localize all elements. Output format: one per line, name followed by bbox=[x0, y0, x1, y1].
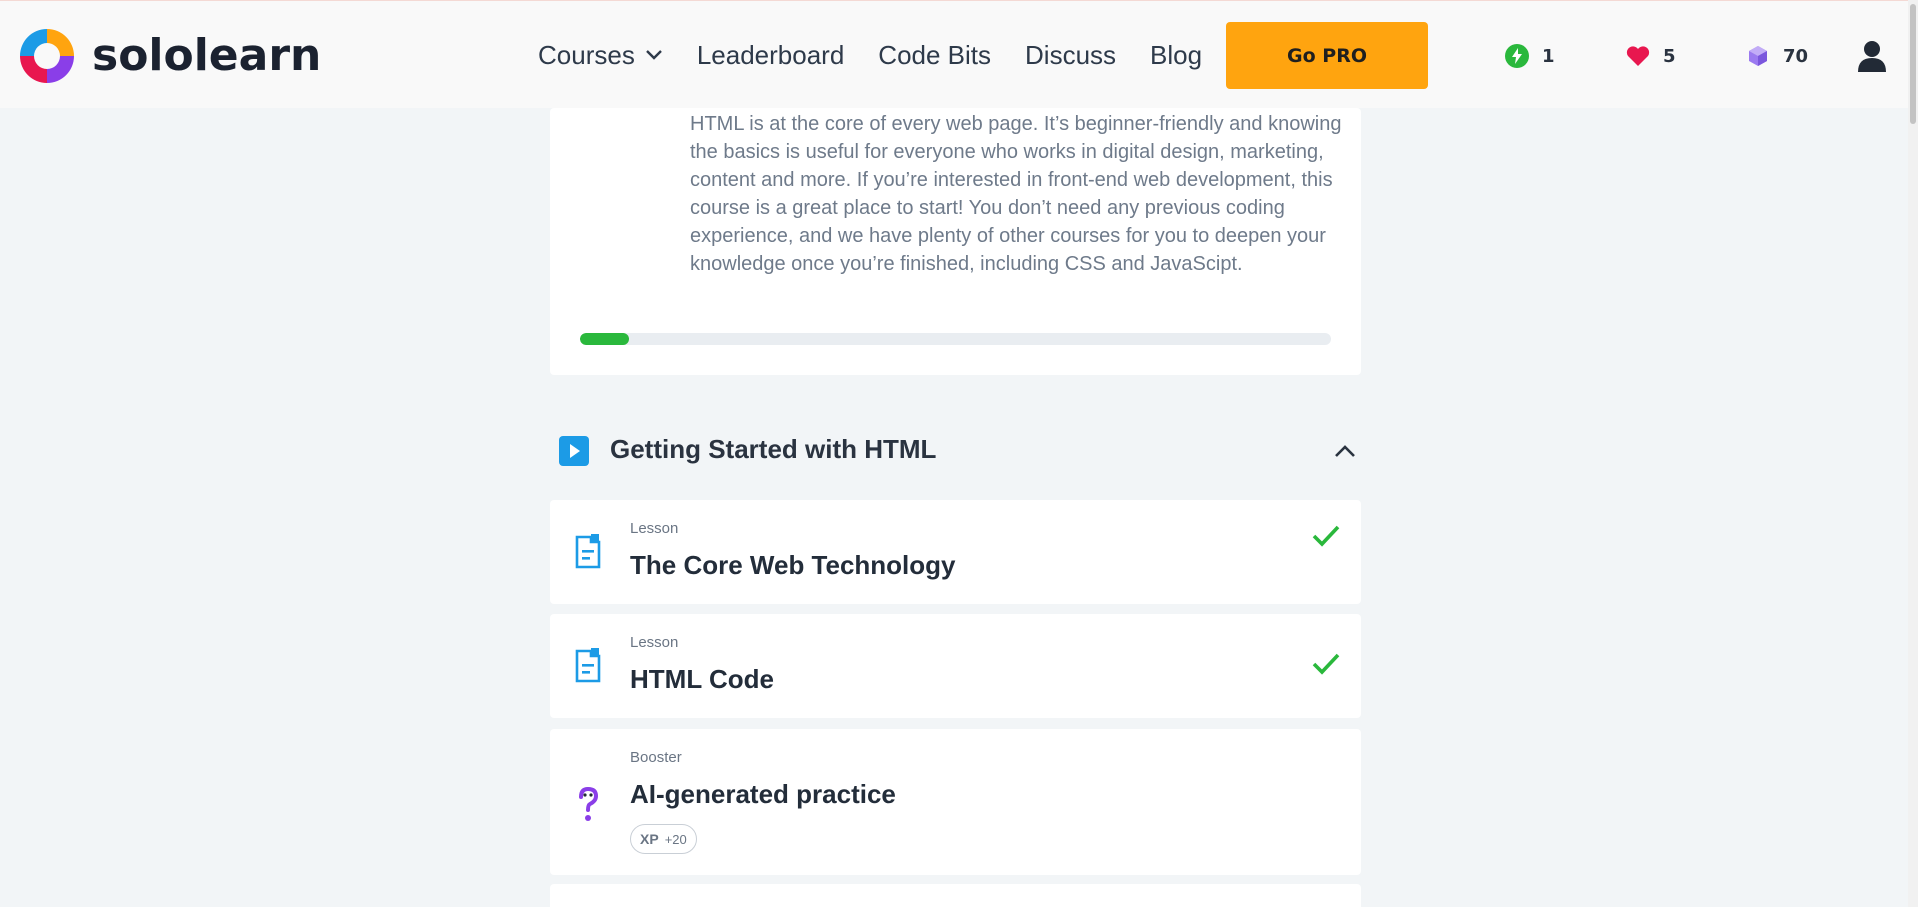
lesson-kind: Lesson bbox=[630, 634, 679, 651]
brand-name: sololearn bbox=[92, 30, 322, 81]
gems-count: 70 bbox=[1783, 45, 1809, 67]
sololearn-logo-icon bbox=[20, 29, 74, 83]
lesson-kind: Lesson bbox=[630, 520, 679, 537]
document-icon bbox=[575, 648, 601, 683]
go-pro-button[interactable]: Go PRO bbox=[1226, 22, 1428, 89]
lesson-title: The Core Web Technology bbox=[630, 550, 956, 580]
course-progress-fill bbox=[580, 333, 629, 345]
streak-count: 1 bbox=[1542, 45, 1555, 67]
course-intro-card: HTML is at the core of every web page. I… bbox=[550, 108, 1361, 375]
play-icon bbox=[559, 436, 589, 466]
module-title: Getting Started with HTML bbox=[610, 434, 937, 464]
course-description: HTML is at the core of every web page. I… bbox=[690, 113, 1342, 275]
streak-counter[interactable]: 1 bbox=[1504, 43, 1555, 69]
hearts-count: 5 bbox=[1663, 45, 1676, 67]
chevron-up-icon[interactable] bbox=[1334, 443, 1356, 459]
lesson-item-next[interactable] bbox=[550, 884, 1361, 907]
check-icon bbox=[1312, 525, 1340, 547]
hearts-counter[interactable]: 5 bbox=[1625, 43, 1676, 69]
check-icon bbox=[1312, 653, 1340, 675]
user-icon[interactable] bbox=[1857, 39, 1887, 73]
lesson-item[interactable]: Lesson The Core Web Technology bbox=[550, 500, 1361, 604]
sololearn-logo[interactable]: sololearn bbox=[16, 25, 321, 87]
lesson-title: HTML Code bbox=[630, 664, 774, 694]
nav-discuss[interactable]: Discuss bbox=[1025, 40, 1116, 71]
xp-value: +20 bbox=[664, 831, 687, 847]
nav-courses-label: Courses bbox=[538, 39, 635, 70]
nav-blog[interactable]: Blog bbox=[1150, 40, 1202, 71]
gem-icon bbox=[1749, 46, 1767, 66]
xp-label: XP bbox=[640, 831, 659, 847]
lesson-item[interactable]: Lesson HTML Code bbox=[550, 614, 1361, 718]
gems-counter[interactable]: 70 bbox=[1745, 43, 1808, 69]
lesson-title: AI-generated practice bbox=[630, 779, 896, 809]
module-header[interactable]: Getting Started with HTML bbox=[559, 434, 1356, 468]
lesson-kind: Booster bbox=[630, 749, 682, 766]
page-scrollbar[interactable] bbox=[1908, 0, 1918, 907]
nav-code-bits[interactable]: Code Bits bbox=[878, 40, 991, 71]
question-icon bbox=[579, 786, 599, 821]
chevron-down-icon bbox=[645, 50, 662, 60]
xp-badge: XP +20 bbox=[630, 824, 697, 854]
nav-leaderboard[interactable]: Leaderboard bbox=[697, 40, 844, 71]
main-nav: Courses Leaderboard Code Bits Discuss Bl… bbox=[538, 37, 1236, 73]
lightning-icon bbox=[1505, 44, 1529, 68]
course-progress-bar bbox=[580, 333, 1331, 345]
nav-courses[interactable]: Courses bbox=[538, 40, 663, 71]
heart-icon bbox=[1626, 46, 1650, 66]
booster-item[interactable]: Booster AI-generated practice XP +20 bbox=[550, 729, 1361, 875]
top-navigation-bar: sololearn Courses Leaderboard Code Bits … bbox=[0, 0, 1918, 108]
document-icon bbox=[575, 534, 601, 569]
scrollbar-thumb[interactable] bbox=[1910, 4, 1916, 124]
